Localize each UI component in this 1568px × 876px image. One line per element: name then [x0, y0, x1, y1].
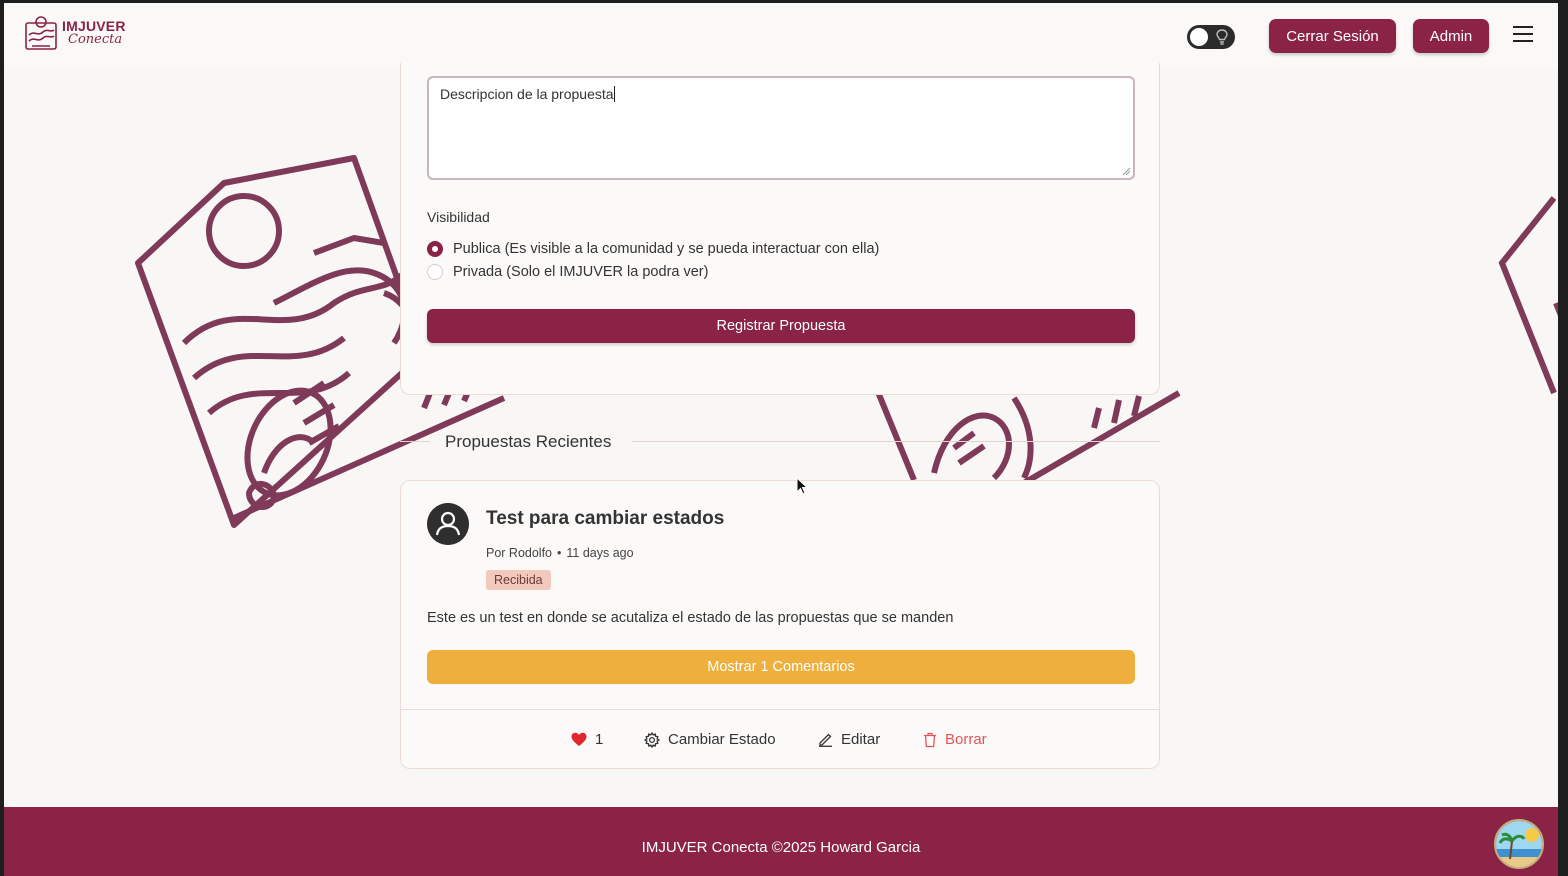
- like-button[interactable]: 1: [571, 731, 603, 748]
- trash-icon: [924, 732, 936, 747]
- radio-public[interactable]: [427, 241, 443, 257]
- logo-emblem-icon: [25, 16, 57, 50]
- radio-public-label[interactable]: Publica (Es visible a la comunidad y se …: [453, 241, 879, 257]
- resize-handle-icon[interactable]: [1122, 167, 1131, 176]
- pencil-icon: [819, 733, 832, 747]
- proposal-body: Este es un test en donde se acutaliza el…: [427, 610, 954, 626]
- visibility-option-public[interactable]: Publica (Es visible a la comunidad y se …: [427, 241, 879, 257]
- section-divider-right: [632, 441, 1160, 442]
- brand-logo[interactable]: IMJUVER Conecta: [24, 15, 126, 51]
- user-avatar-icon: [427, 503, 469, 545]
- theme-toggle[interactable]: [1187, 25, 1235, 49]
- background-illustration-right: [1498, 196, 1558, 395]
- gear-icon: [644, 731, 660, 748]
- visibility-option-private[interactable]: Privada (Solo el IMJUVER la podra ver): [427, 264, 708, 280]
- top-navbar: IMJUVER Conecta Cerrar Sesión Admin: [4, 3, 1558, 69]
- admin-button[interactable]: Admin: [1413, 19, 1489, 53]
- app-window: IMJUVER Conecta Cerrar Sesión Admin Desc…: [4, 3, 1558, 876]
- visibility-label: Visibilidad: [427, 209, 490, 225]
- lightbulb-icon: [1216, 29, 1228, 45]
- edit-label: Editar: [841, 731, 881, 748]
- card-divider: [401, 709, 1159, 710]
- delete-button[interactable]: Borrar: [923, 731, 987, 748]
- proposal-actions: 1 Cambiar Estado Editar Borrar: [401, 731, 1159, 753]
- proposal-author: Por Rodolfo: [486, 546, 553, 560]
- recent-proposals-heading: Propuestas Recientes: [445, 432, 612, 451]
- footer-copyright: IMJUVER Conecta ©2025 Howard Garcia: [641, 839, 921, 856]
- proposal-card: Test para cambiar estados Por Rodolfo • 11…: [400, 480, 1160, 769]
- mouse-cursor-icon: [796, 477, 808, 495]
- radio-private[interactable]: [427, 264, 443, 280]
- toggle-knob: [1190, 28, 1208, 46]
- status-badge: Recibida: [486, 570, 551, 590]
- heart-icon: [571, 732, 587, 746]
- delete-label: Borrar: [945, 731, 987, 748]
- meta-separator: •: [557, 546, 562, 560]
- beach-scene-icon: [1496, 821, 1542, 867]
- change-status-button[interactable]: Cambiar Estado: [644, 731, 776, 748]
- logo-subtitle: Conecta: [68, 32, 123, 47]
- description-textarea[interactable]: Descripcion de la propuesta: [427, 76, 1135, 180]
- page-footer: IMJUVER Conecta ©2025 Howard Garcia: [4, 807, 1558, 876]
- proposal-title: Test para cambiar estados: [486, 508, 725, 529]
- show-comments-button[interactable]: Mostrar 1 Comentarios: [427, 650, 1135, 684]
- like-count: 1: [595, 731, 604, 748]
- proposal-time: 11 days ago: [566, 546, 634, 560]
- register-proposal-button[interactable]: Registrar Propuesta: [427, 309, 1135, 343]
- edit-button[interactable]: Editar: [818, 731, 880, 748]
- radio-private-label[interactable]: Privada (Solo el IMJUVER la podra ver): [453, 264, 708, 280]
- logout-button[interactable]: Cerrar Sesión: [1269, 19, 1396, 53]
- section-divider-left: [400, 441, 430, 442]
- hamburger-menu-icon[interactable]: [1512, 25, 1534, 43]
- proposal-meta: Por Rodolfo • 11 days ago: [486, 546, 634, 560]
- description-value: Descripcion de la propuesta: [440, 86, 614, 102]
- beach-avatar-icon[interactable]: [1494, 819, 1544, 869]
- change-status-label: Cambiar Estado: [668, 731, 776, 748]
- proposal-form: Descripcion de la propuesta Visibilidad …: [400, 63, 1160, 395]
- logo-title: IMJUVER: [62, 18, 126, 34]
- text-caret: [613, 86, 615, 102]
